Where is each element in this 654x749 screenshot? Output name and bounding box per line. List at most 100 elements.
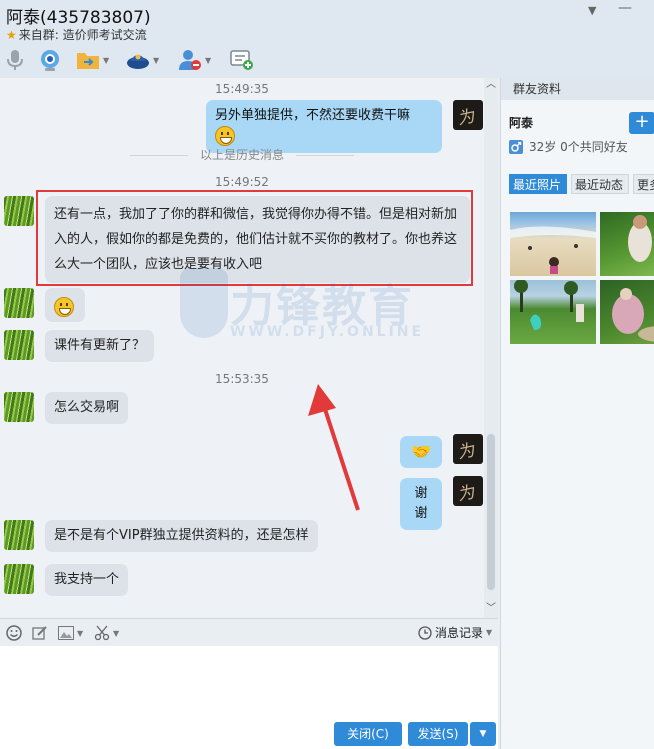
police-hat-icon	[127, 54, 149, 69]
screenshot-button[interactable]: ▼	[94, 623, 119, 643]
avatar-contact[interactable]	[4, 392, 34, 422]
close-button[interactable]: 关闭(C)	[334, 722, 402, 746]
webcam-icon	[41, 50, 59, 71]
message-bubble-contact[interactable]: 课件有更新了？	[45, 330, 155, 362]
message-text: 怎么交易啊	[54, 400, 120, 415]
timestamp: 15:49:52	[215, 175, 269, 189]
dropdown-arrow-icon[interactable]: ▼	[77, 629, 83, 638]
message-text: 谢谢	[414, 486, 428, 521]
profile-name[interactable]: 阿泰	[509, 114, 533, 131]
avatar-self[interactable]: 为	[453, 100, 483, 130]
scrollbar-thumb[interactable]	[487, 434, 495, 590]
photo-content	[514, 279, 584, 330]
avatar-contact[interactable]	[4, 196, 34, 226]
tab-more[interactable]: 更多	[633, 174, 654, 194]
message-text: 我支持一个	[54, 572, 120, 587]
menu-arrow-icon[interactable]: ▼	[588, 4, 596, 17]
chevron-up-icon[interactable]: ︿	[484, 78, 498, 92]
apps-button[interactable]: ▼	[126, 46, 159, 74]
voice-call-button[interactable]	[6, 46, 24, 74]
microphone-icon	[7, 50, 23, 70]
avatar-glyph: 为	[455, 482, 477, 506]
group-name[interactable]: 造价师考试交流	[63, 28, 147, 42]
emoji-button[interactable]	[6, 623, 22, 643]
title-bar: 阿泰(435783807) ★ 来自群: 造价师考试交流 ▼ — ▼ ▼ ▼	[0, 0, 654, 78]
photo-content	[628, 215, 652, 262]
timestamp: 15:53:35	[215, 372, 269, 386]
dropdown-arrow-icon[interactable]: ▼	[103, 56, 109, 65]
message-bubble-contact[interactable]	[45, 288, 85, 322]
avatar-contact[interactable]	[4, 564, 34, 594]
remove-member-button[interactable]: ▼	[178, 46, 211, 74]
dropdown-arrow-icon[interactable]: ▼	[113, 629, 119, 638]
chat-toolbar: ▼ ▼ ▼	[0, 46, 280, 76]
tab-recent-photos[interactable]: 最近照片	[509, 174, 567, 194]
message-bubble-self[interactable]: 另外单独提供，不然还要收费干嘛	[206, 100, 442, 153]
group-source: ★ 来自群: 造价师考试交流	[6, 26, 147, 43]
profile-tabs: 最近照片 最近动态 更多	[509, 174, 654, 194]
grin-emoji-icon	[215, 126, 235, 146]
photo-beach[interactable]	[510, 212, 596, 276]
red-highlight-box	[36, 190, 473, 286]
chat-add-icon	[230, 50, 253, 70]
avatar-contact[interactable]	[4, 288, 34, 318]
avatar-contact[interactable]	[4, 520, 34, 550]
send-options-button[interactable]: ▼	[470, 722, 496, 746]
handshake-emoji-icon: 🤝	[411, 442, 431, 461]
divider-line	[296, 155, 354, 156]
message-bubble-contact[interactable]: 是不是有个VIP群独立提供资料的，还是怎样	[45, 520, 318, 552]
message-bubble-self[interactable]: 🤝	[400, 436, 442, 468]
scissors-icon	[94, 625, 110, 641]
message-bubble-self[interactable]: 谢谢	[400, 478, 442, 530]
photo-picnic[interactable]	[600, 280, 654, 344]
avatar-self[interactable]: 为	[453, 434, 483, 464]
edit-icon	[32, 626, 47, 640]
divider-line	[129, 155, 188, 156]
dropdown-arrow-icon[interactable]: ▼	[486, 628, 492, 637]
avatar-contact[interactable]	[4, 330, 34, 360]
profile-panel: 群友资料 阿泰 + 32岁 0个共同好友 最近照片 最近动态 更多	[500, 78, 654, 749]
message-history-label: 消息记录	[435, 626, 484, 640]
video-call-button[interactable]	[38, 46, 62, 74]
message-bubble-contact[interactable]: 怎么交易啊	[45, 392, 129, 424]
folder-transfer-icon	[77, 53, 99, 69]
red-arrow-icon	[308, 384, 360, 511]
minimize-icon[interactable]: —	[618, 0, 632, 16]
profile-panel-header: 群友资料	[501, 78, 654, 100]
chat-history[interactable]: 15:49:35 另外单独提供，不然还要收费干嘛 为 以上是历史消息 15:49…	[0, 78, 498, 618]
dropdown-arrow-icon[interactable]: ▼	[153, 56, 159, 65]
message-text: 另外单独提供，不然还要收费干嘛	[215, 108, 411, 123]
tab-recent-updates[interactable]: 最近动态	[571, 174, 629, 194]
add-chat-button[interactable]	[230, 46, 254, 74]
add-friend-button[interactable]: +	[629, 112, 654, 134]
transfer-file-button[interactable]: ▼	[76, 46, 109, 74]
photo-content	[510, 226, 596, 274]
chevron-down-icon[interactable]: ﹀	[484, 602, 498, 616]
input-toolbar: ▼ ▼ 消息记录 ▼	[0, 618, 498, 646]
history-divider: 以上是历史消息	[0, 146, 484, 163]
photo-park[interactable]	[510, 279, 596, 344]
avatar-glyph: 为	[455, 106, 477, 130]
grin-emoji-icon	[54, 296, 74, 317]
smiley-icon	[6, 625, 22, 641]
history-label: 以上是历史消息	[199, 148, 284, 162]
image-button[interactable]: ▼	[58, 623, 83, 643]
male-gender-icon	[509, 139, 523, 154]
send-button[interactable]: 发送(S)	[408, 722, 468, 746]
profile-info: 32岁 0个共同好友	[509, 138, 628, 155]
star-icon: ★	[6, 28, 17, 42]
font-button[interactable]	[32, 623, 48, 643]
avatar-glyph: 为	[455, 440, 477, 464]
watermark-url: WWW.DFJY.ONLINE	[230, 324, 425, 340]
window-title: 阿泰(435783807)	[6, 8, 151, 28]
dropdown-arrow-icon: ▼	[479, 729, 487, 739]
image-icon	[58, 626, 74, 640]
photo-grass[interactable]	[600, 212, 654, 276]
message-text: 是不是有个VIP群独立提供资料的，还是怎样	[54, 528, 309, 543]
group-prefix: 来自群:	[18, 28, 59, 42]
dropdown-arrow-icon[interactable]: ▼	[205, 56, 211, 65]
photo-content	[612, 288, 654, 342]
message-history-button[interactable]: 消息记录 ▼	[418, 624, 492, 641]
message-bubble-contact[interactable]: 我支持一个	[45, 564, 129, 596]
avatar-self[interactable]: 为	[453, 476, 483, 506]
